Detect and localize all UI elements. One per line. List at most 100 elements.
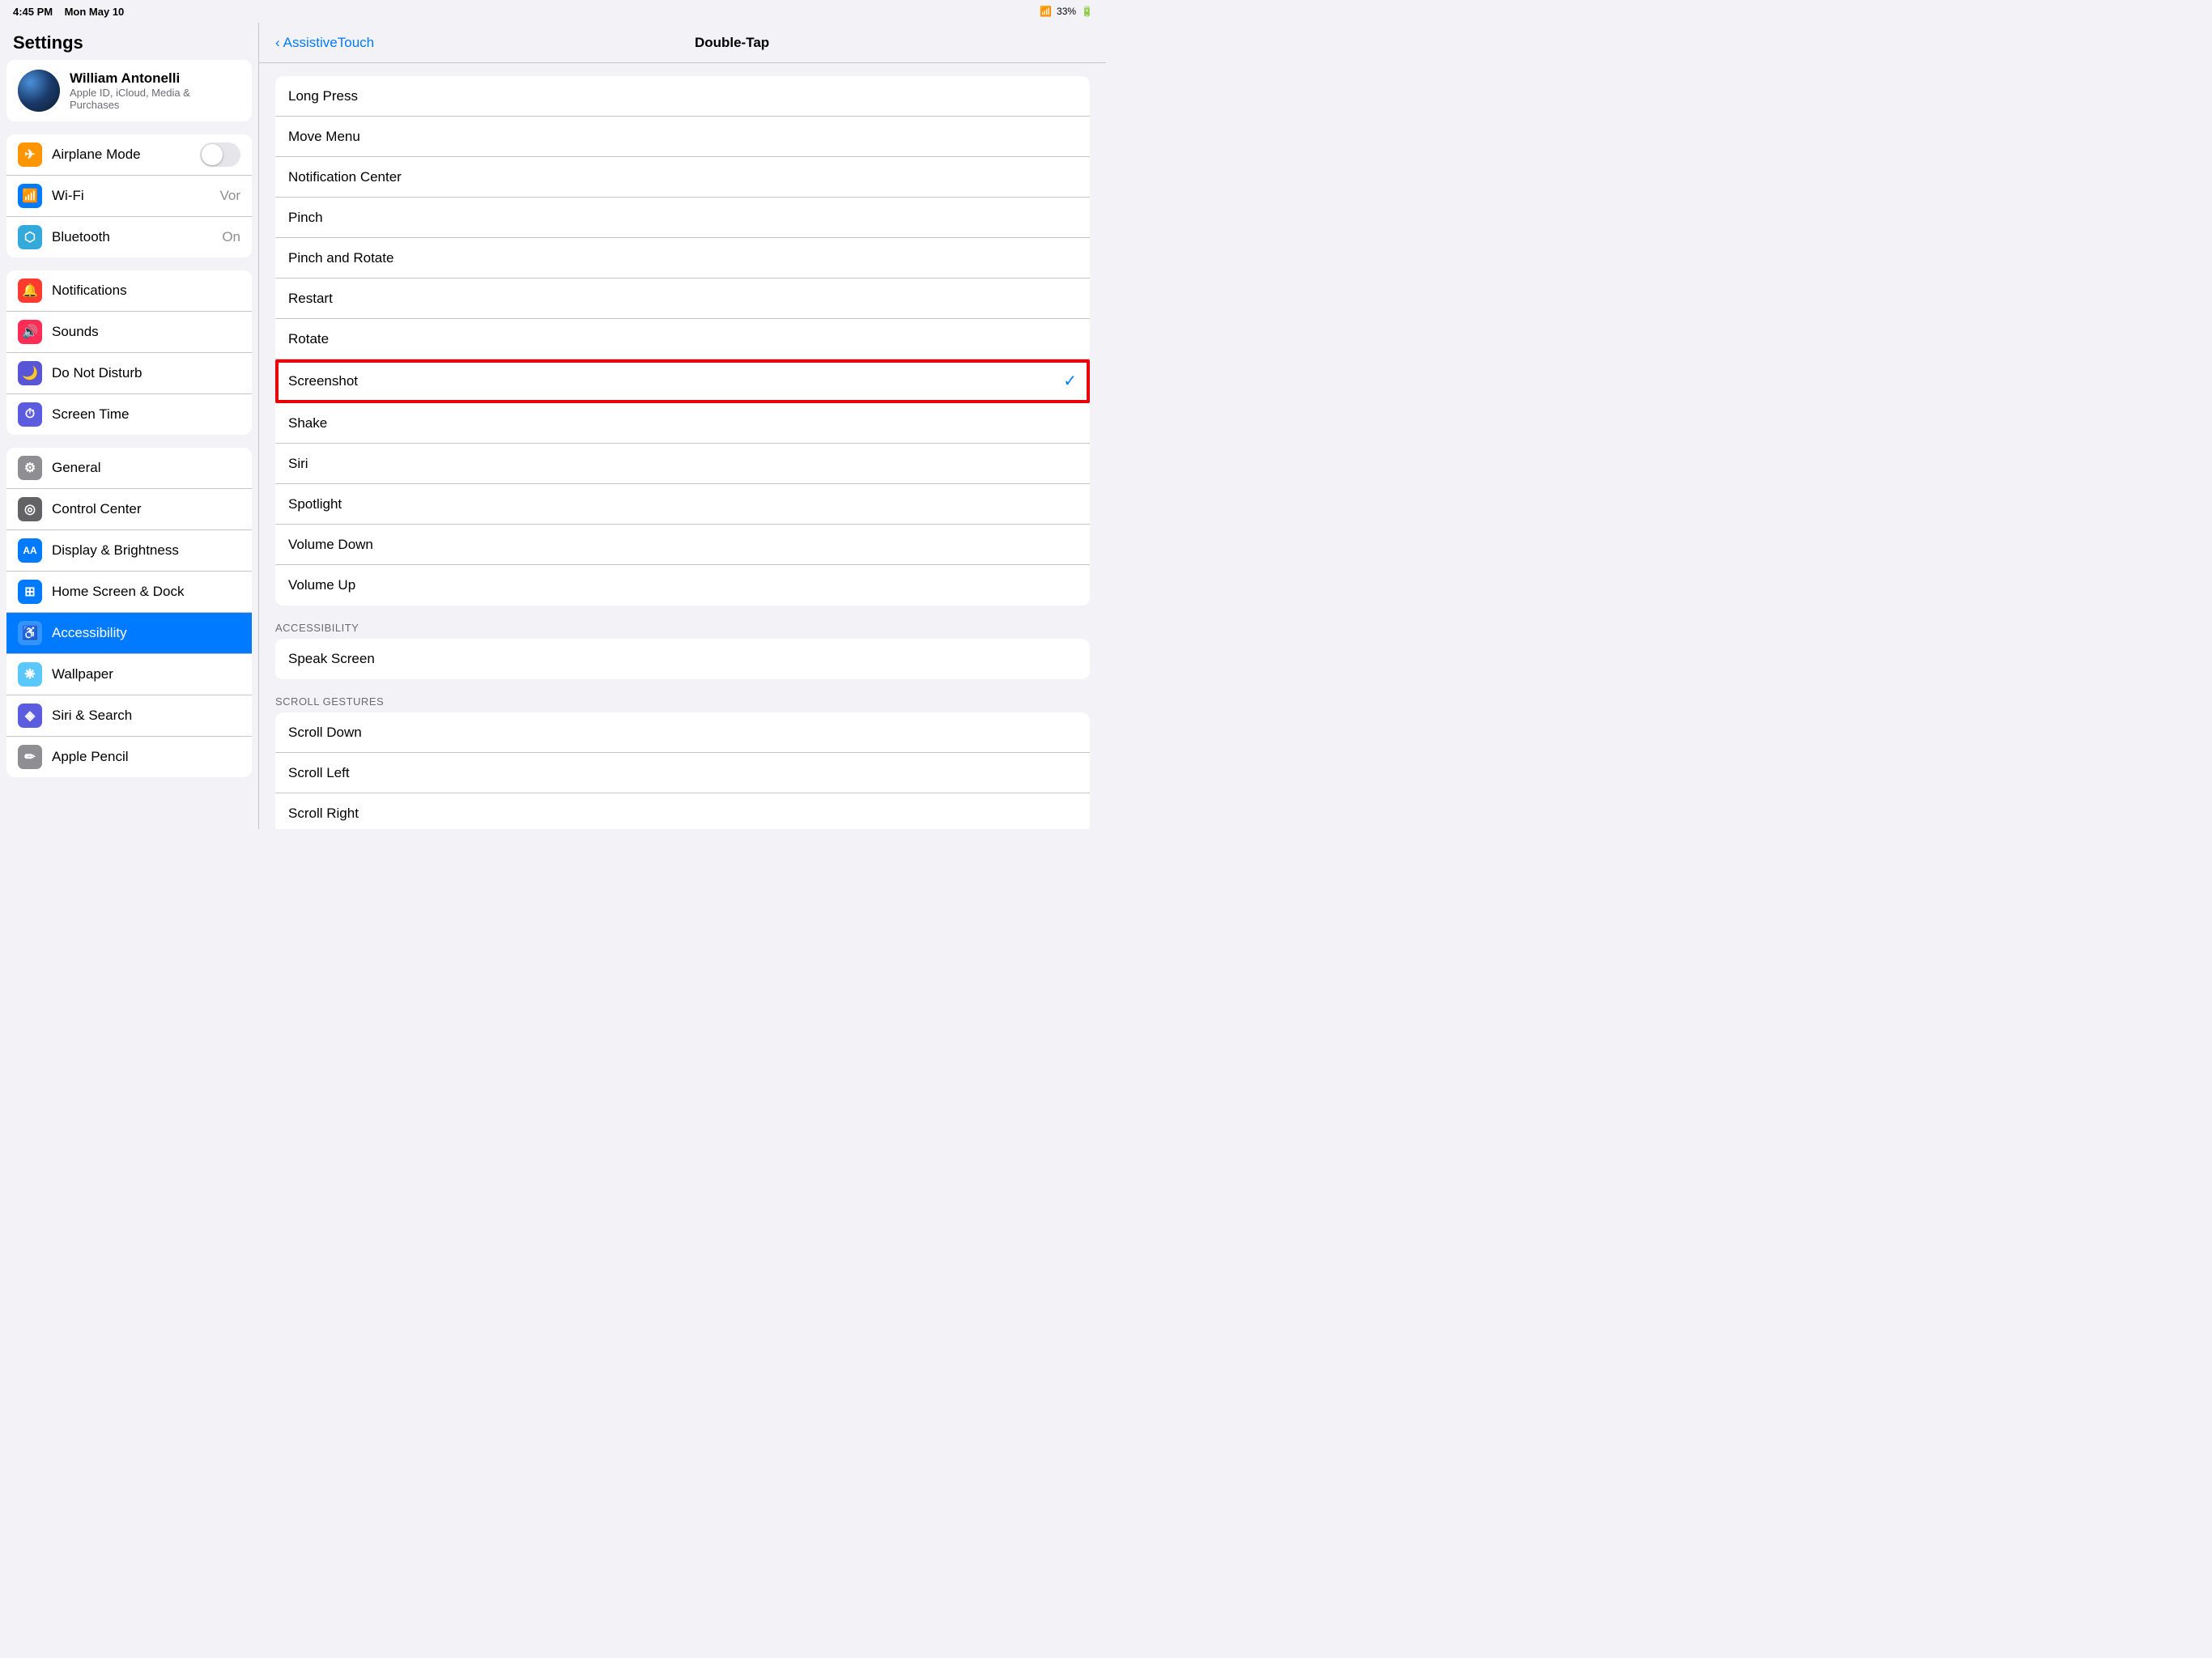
controlcenter-label: Control Center (52, 501, 240, 517)
controlcenter-icon: ◎ (18, 497, 42, 521)
wifi-label: Wi-Fi (52, 188, 210, 204)
sidebar-item-wifi[interactable]: 📶 Wi-Fi Vor (6, 176, 252, 217)
list-item-volumedown[interactable]: Volume Down (275, 525, 1090, 565)
right-panel: ‹ AssistiveTouch Double-Tap Long Press M… (259, 23, 1106, 829)
general-label: General (52, 460, 240, 476)
accessibility-section-header: ACCESSIBILITY (275, 622, 1090, 639)
sidebar-item-homescreen[interactable]: ⊞ Home Screen & Dock (6, 572, 252, 613)
wifi-value: Vor (219, 188, 240, 204)
airplane-label: Airplane Mode (52, 147, 190, 163)
display-label: Display & Brightness (52, 542, 240, 559)
sidebar-item-accessibility[interactable]: ♿ Accessibility (6, 613, 252, 654)
sidebar-item-siri[interactable]: ◈ Siri & Search (6, 695, 252, 737)
sidebar-item-display[interactable]: AA Display & Brightness (6, 530, 252, 572)
sidebar: Settings William Antonelli Apple ID, iCl… (0, 23, 259, 829)
bluetooth-label: Bluetooth (52, 229, 212, 245)
homescreen-icon: ⊞ (18, 580, 42, 604)
notificationcenter-label: Notification Center (288, 169, 402, 185)
back-chevron-icon: ‹ (275, 35, 280, 51)
network-settings-group: ✈ Airplane Mode 📶 Wi-Fi Vor ⬡ B (6, 134, 252, 257)
list-item-restart[interactable]: Restart (275, 278, 1090, 319)
movemenu-label: Move Menu (288, 129, 360, 145)
scrollgestures-section-header: SCROLL GESTURES (275, 695, 1090, 712)
sidebar-item-controlcenter[interactable]: ◎ Control Center (6, 489, 252, 530)
screentime-icon: ⏱ (18, 402, 42, 427)
list-item-scrollright[interactable]: Scroll Right (275, 793, 1090, 829)
volumeup-label: Volume Up (288, 577, 355, 593)
status-icons: 📶 33% 🔋 (1040, 6, 1093, 17)
volumedown-label: Volume Down (288, 537, 373, 553)
notifications-label: Notifications (52, 283, 240, 299)
screenshot-checkmark: ✓ (1063, 371, 1077, 391)
sounds-label: Sounds (52, 324, 240, 340)
donotdisturb-label: Do Not Disturb (52, 365, 240, 381)
wifi-icon: 📶 (1040, 6, 1052, 17)
list-item-movemenu[interactable]: Move Menu (275, 117, 1090, 157)
nav-bar: ‹ AssistiveTouch Double-Tap (259, 23, 1106, 63)
battery-level: 33% (1057, 6, 1076, 17)
pinchandrotate-label: Pinch and Rotate (288, 250, 393, 266)
status-time: 4:45 PM Mon May 10 (13, 6, 124, 18)
list-item-spotlight[interactable]: Spotlight (275, 484, 1090, 525)
homescreen-label: Home Screen & Dock (52, 584, 240, 600)
content-area[interactable]: Long Press Move Menu Notification Center… (259, 63, 1106, 829)
accessibility-icon: ♿ (18, 621, 42, 645)
sidebar-item-general[interactable]: ⚙ General (6, 448, 252, 489)
airplane-icon: ✈ (18, 142, 42, 167)
main-list-group: Long Press Move Menu Notification Center… (275, 76, 1090, 606)
page-title: Double-Tap (374, 35, 1090, 51)
list-item-volumeup[interactable]: Volume Up (275, 565, 1090, 606)
list-item-siri[interactable]: Siri (275, 444, 1090, 484)
list-item-longpress[interactable]: Long Press (275, 76, 1090, 117)
list-item-scrollleft[interactable]: Scroll Left (275, 753, 1090, 793)
speakscreen-label: Speak Screen (288, 651, 375, 667)
sidebar-item-notifications[interactable]: 🔔 Notifications (6, 270, 252, 312)
sidebar-item-airplane[interactable]: ✈ Airplane Mode (6, 134, 252, 176)
longpress-label: Long Press (288, 88, 358, 104)
display-icon: AA (18, 538, 42, 563)
scrollgestures-list-group: Scroll Down Scroll Left Scroll Right (275, 712, 1090, 829)
accessibility-label: Accessibility (52, 625, 240, 641)
profile-section[interactable]: William Antonelli Apple ID, iCloud, Medi… (6, 60, 252, 121)
sidebar-item-wallpaper[interactable]: ❋ Wallpaper (6, 654, 252, 695)
donotdisturb-icon: 🌙 (18, 361, 42, 385)
siri-list-label: Siri (288, 456, 308, 472)
list-item-scrolldown[interactable]: Scroll Down (275, 712, 1090, 753)
list-item-pinch[interactable]: Pinch (275, 198, 1090, 238)
restart-label: Restart (288, 291, 333, 307)
list-item-speakscreen[interactable]: Speak Screen (275, 639, 1090, 679)
rotate-label: Rotate (288, 331, 329, 347)
sidebar-item-applepencil[interactable]: ✏ Apple Pencil (6, 737, 252, 777)
list-item-notificationcenter[interactable]: Notification Center (275, 157, 1090, 198)
battery-icon: 🔋 (1081, 6, 1093, 17)
scrolldown-label: Scroll Down (288, 725, 362, 741)
sidebar-item-donotdisturb[interactable]: 🌙 Do Not Disturb (6, 353, 252, 394)
back-button[interactable]: ‹ AssistiveTouch (275, 35, 374, 51)
sidebar-item-sounds[interactable]: 🔊 Sounds (6, 312, 252, 353)
siri-label: Siri & Search (52, 708, 240, 724)
profile-info: William Antonelli Apple ID, iCloud, Medi… (70, 70, 240, 111)
list-item-shake[interactable]: Shake (275, 403, 1090, 444)
sidebar-item-screentime[interactable]: ⏱ Screen Time (6, 394, 252, 435)
back-label[interactable]: AssistiveTouch (283, 35, 374, 51)
list-item-rotate[interactable]: Rotate (275, 319, 1090, 359)
wifi-settings-icon: 📶 (18, 184, 42, 208)
pinch-label: Pinch (288, 210, 323, 226)
shake-label: Shake (288, 415, 327, 432)
notifications-settings-group: 🔔 Notifications 🔊 Sounds 🌙 Do Not Distur… (6, 270, 252, 435)
sidebar-item-bluetooth[interactable]: ⬡ Bluetooth On (6, 217, 252, 257)
applepencil-icon: ✏ (18, 745, 42, 769)
general-icon: ⚙ (18, 456, 42, 480)
screenshot-label: Screenshot (288, 373, 358, 389)
list-item-screenshot[interactable]: Screenshot ✓ (275, 359, 1090, 403)
siri-icon: ◈ (18, 704, 42, 728)
scrollleft-label: Scroll Left (288, 765, 350, 781)
applepencil-label: Apple Pencil (52, 749, 240, 765)
notifications-icon: 🔔 (18, 278, 42, 303)
sounds-icon: 🔊 (18, 320, 42, 344)
spotlight-label: Spotlight (288, 496, 342, 512)
wallpaper-label: Wallpaper (52, 666, 240, 682)
list-item-pinchandrotate[interactable]: Pinch and Rotate (275, 238, 1090, 278)
airplane-toggle[interactable] (200, 142, 240, 167)
profile-subtitle: Apple ID, iCloud, Media & Purchases (70, 87, 240, 111)
